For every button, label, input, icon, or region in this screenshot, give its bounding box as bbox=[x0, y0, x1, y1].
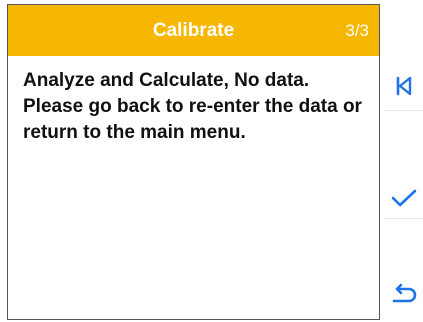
confirm-button[interactable] bbox=[384, 178, 423, 218]
side-divider bbox=[384, 110, 423, 111]
return-icon bbox=[392, 283, 416, 303]
side-divider bbox=[384, 218, 423, 219]
status-message: Analyze and Calculate, No data. Please g… bbox=[23, 70, 362, 143]
return-button[interactable] bbox=[384, 274, 423, 314]
step-indicator: 3/3 bbox=[345, 21, 369, 40]
page-title: Calibrate bbox=[152, 20, 235, 41]
skip-back-icon bbox=[396, 76, 411, 96]
checkmark-icon bbox=[391, 189, 416, 207]
skip-back-button[interactable] bbox=[384, 66, 423, 106]
calibrate-panel: Calibrate 3/3 Analyze and Calculate, No … bbox=[7, 4, 380, 320]
header-bar: Calibrate 3/3 bbox=[8, 5, 379, 56]
